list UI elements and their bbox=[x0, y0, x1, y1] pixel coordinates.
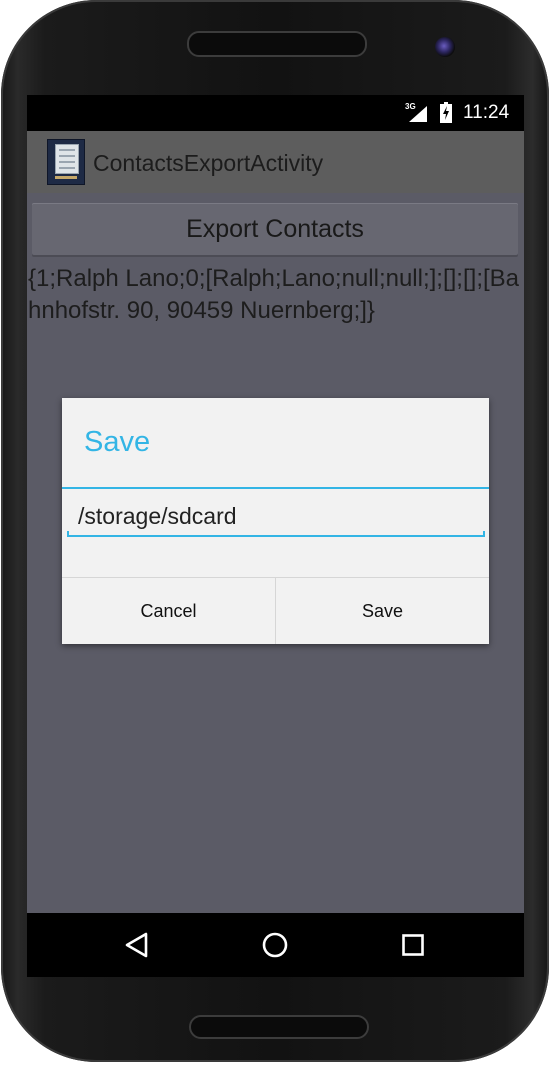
front-camera bbox=[435, 37, 455, 57]
battery-charging-icon bbox=[440, 102, 452, 128]
save-path-input[interactable] bbox=[66, 498, 492, 534]
export-contacts-button[interactable]: Export Contacts bbox=[32, 203, 518, 255]
action-bar-title: ContactsExportActivity bbox=[93, 150, 324, 176]
action-bar: ContactsExportActivity bbox=[27, 131, 524, 193]
back-triangle-icon[interactable] bbox=[117, 927, 157, 963]
home-circle-icon[interactable] bbox=[255, 927, 295, 963]
cancel-button[interactable]: Cancel bbox=[62, 578, 275, 644]
navigation-bar bbox=[27, 913, 524, 977]
recents-square-icon[interactable] bbox=[393, 927, 433, 963]
save-button[interactable]: Save bbox=[276, 578, 489, 644]
input-underline bbox=[67, 531, 485, 537]
screen: 3G 11:24 ContactsExportActivity Export C… bbox=[27, 95, 524, 977]
status-bar: 3G 11:24 bbox=[27, 95, 524, 131]
save-dialog: Save Cancel Save bbox=[62, 398, 492, 644]
top-speaker-grille bbox=[187, 31, 367, 57]
dialog-title: Save bbox=[84, 426, 151, 458]
clock: 11:24 bbox=[463, 102, 510, 123]
signal-icon: 3G bbox=[405, 102, 427, 122]
bottom-speaker-grille bbox=[189, 1015, 369, 1039]
app-icon bbox=[47, 139, 85, 185]
contact-output-text: {1;Ralph Lano;0;[Ralph;Lano;null;null;];… bbox=[28, 265, 520, 324]
dialog-title-divider bbox=[62, 487, 489, 489]
